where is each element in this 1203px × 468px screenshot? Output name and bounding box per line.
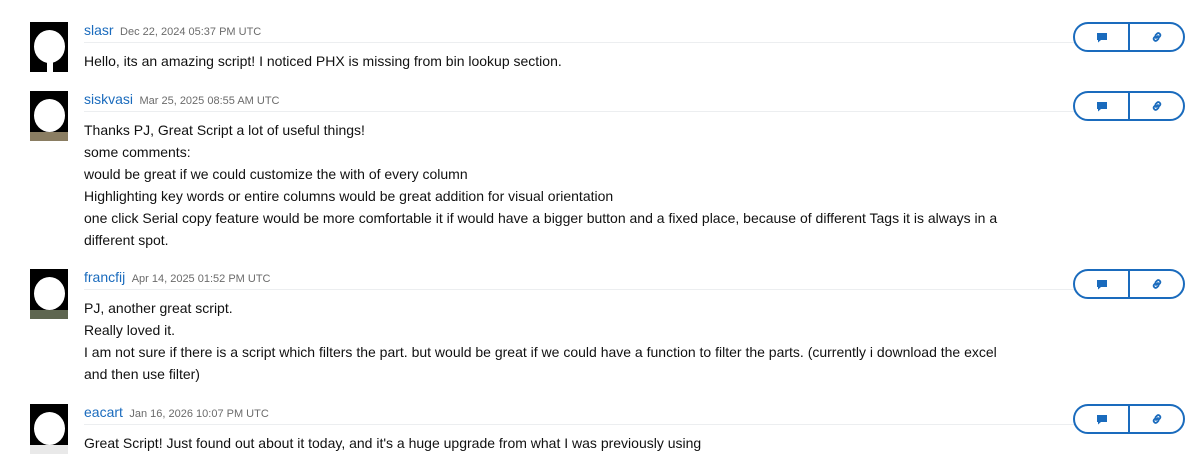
permalink-button[interactable] [1128,24,1183,50]
comment-author[interactable]: slasr [84,22,114,38]
comment-timestamp: Mar 25, 2025 08:55 AM UTC [139,95,280,107]
permalink-button[interactable] [1128,93,1183,119]
link-icon [1152,101,1161,111]
comment-line: and then use filter) [84,366,200,382]
comment-author[interactable]: eacart [84,404,123,420]
comment-line: some comments: [84,144,191,160]
comment-line: Highlighting key words or entire columns… [84,188,614,204]
divider [84,111,1074,112]
comment-body: Hello, its an amazing script! I noticed … [84,50,1064,72]
comment-actions [1073,404,1185,434]
comment-actions [1073,22,1185,52]
comment-line: I am not sure if there is a script which… [84,344,997,360]
comment-line: PJ, another great script. [84,300,233,316]
comment-line: Thanks PJ, Great Script a lot of useful … [84,122,365,138]
divider [84,42,1074,43]
comment-author[interactable]: francfij [84,269,125,285]
avatar[interactable] [30,91,68,141]
comment-icon [1096,101,1107,111]
comment-line: different spot. [84,232,169,248]
comment-author[interactable]: siskvasi [84,91,133,107]
comment-body: PJ, another great script. Really loved i… [84,297,1064,385]
link-icon [1152,32,1161,42]
comment-line: would be great if we could customize the… [84,166,468,182]
permalink-button[interactable] [1128,406,1183,432]
link-icon [1152,279,1161,289]
comment-icon [1096,32,1107,42]
comment-timestamp: Apr 14, 2025 01:52 PM UTC [131,273,271,285]
comment-actions [1073,91,1185,121]
avatar[interactable] [30,22,68,72]
comment-icon [1096,279,1107,289]
comment-timestamp: Jan 16, 2026 10:07 PM UTC [129,408,269,420]
comment-line: Great Script! Just found out about it to… [84,435,702,451]
reply-button[interactable] [1075,406,1128,432]
permalink-button[interactable] [1128,271,1183,297]
reply-button[interactable] [1075,24,1128,50]
comment-body: Great Script! Just found out about it to… [84,432,1064,454]
comment-actions [1073,269,1185,299]
link-icon [1152,414,1161,424]
comment-body: Thanks PJ, Great Script a lot of useful … [84,119,1064,251]
avatar[interactable] [30,269,68,319]
comment-timestamp: Dec 22, 2024 05:37 PM UTC [120,26,262,38]
comment-list: slasr Dec 22, 2024 05:37 PM UTC Hello, i… [0,0,1203,468]
avatar[interactable] [30,404,68,454]
divider [84,289,1074,290]
divider [84,424,1074,425]
comment-line: Really loved it. [84,322,176,338]
reply-button[interactable] [1075,271,1128,297]
comment-line: Hello, its an amazing script! I noticed … [84,53,562,69]
comment-icon [1096,414,1107,424]
reply-button[interactable] [1075,93,1128,119]
comment-line: one click Serial copy feature would be m… [84,210,998,226]
